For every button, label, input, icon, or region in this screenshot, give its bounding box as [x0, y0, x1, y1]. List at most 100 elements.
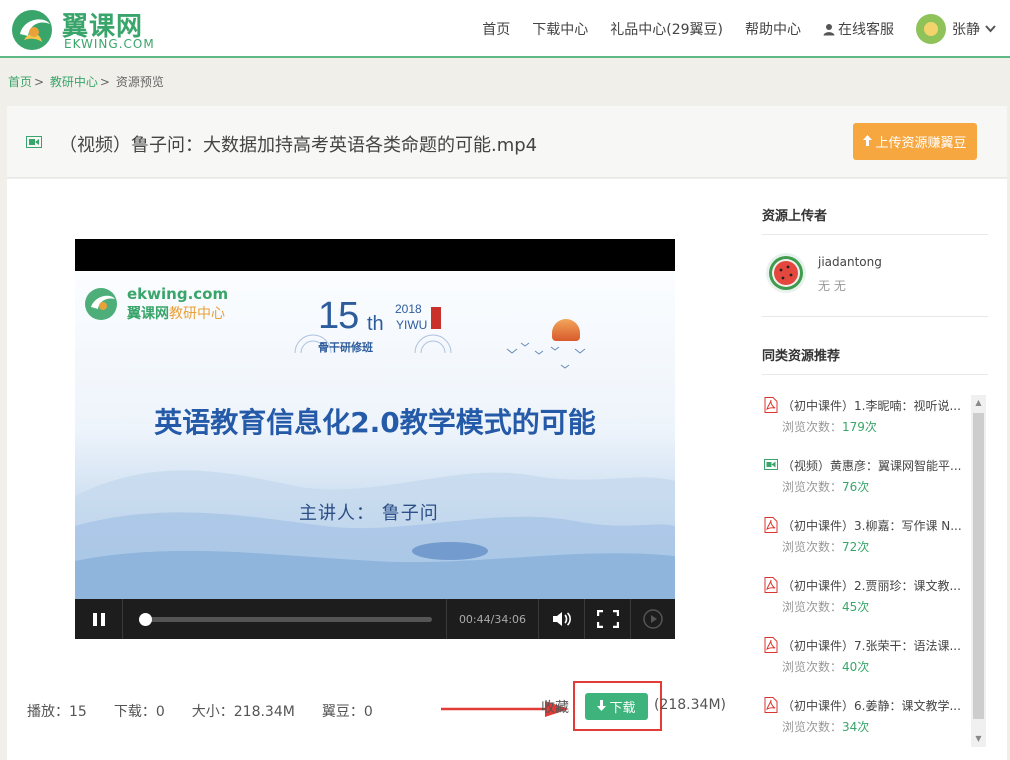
list-item-title[interactable]: （初中课件）6.姜静：课文教学... — [782, 697, 962, 714]
scroll-down-arrow-icon[interactable]: ▼ — [971, 731, 986, 747]
resource-title-bar: （视频）鲁子问：大数据加持高考英语各类命题的可能.mp4 上传资源赚翼豆 — [7, 106, 1007, 178]
views-suffix: 次 — [857, 660, 870, 674]
scroll-thumb[interactable] — [973, 413, 984, 719]
watermark-brand-name: 翼课网 — [127, 306, 169, 322]
uploader-heading: 资源上传者 — [762, 205, 988, 235]
stat-downloads: 下载：0 — [113, 704, 165, 720]
views-prefix: 浏览次数： — [782, 720, 843, 734]
video-frame[interactable]: ekwing.com 翼课网教研中心 15 th 2018 YIWU 骨干研修班… — [75, 271, 675, 599]
nav-download-center[interactable]: 下载中心 — [532, 19, 588, 39]
list-item-title[interactable]: （初中课件）2.贾丽珍：课文教... — [782, 577, 962, 594]
uploader-card[interactable]: jiadantong 无 无 — [762, 235, 988, 317]
video-player[interactable]: ekwing.com 翼课网教研中心 15 th 2018 YIWU 骨干研修班… — [75, 239, 675, 639]
upload-resource-button[interactable]: 上传资源赚翼豆 — [853, 123, 977, 160]
nav-online-service-label: 在线客服 — [838, 22, 894, 38]
collect-link[interactable]: 收藏 — [541, 697, 569, 717]
views-prefix: 浏览次数： — [782, 420, 843, 434]
event-badge-number: 15 — [318, 295, 359, 337]
views-suffix: 次 — [857, 540, 870, 554]
play-circle-icon — [643, 609, 663, 629]
main-nav: 首页 下载中心 礼品中心(29翼豆) 帮助中心 在线客服 张静 — [460, 0, 996, 58]
list-item-title[interactable]: （视频）黄惠彦：翼课网智能平... — [782, 457, 962, 474]
download-button[interactable]: 下载 — [585, 693, 648, 720]
slide-heading: 英语教育信息化2.0教学模式的可能 — [154, 406, 596, 439]
views-prefix: 浏览次数： — [782, 600, 843, 614]
list-item-views: 浏览次数：179次 — [782, 418, 877, 435]
list-item-views: 浏览次数：34次 — [782, 718, 869, 735]
volume-icon — [552, 612, 571, 626]
pause-button[interactable] — [75, 599, 123, 639]
nav-online-service[interactable]: 在线客服 — [823, 19, 894, 39]
site-logo[interactable]: 翼课网 EKWING.COM — [10, 6, 160, 52]
nav-help-center[interactable]: 帮助中心 — [745, 19, 801, 39]
logo-subtext: EKWING.COM — [64, 37, 155, 51]
views-suffix: 次 — [857, 480, 870, 494]
list-item[interactable]: （视频）黄惠彦：翼课网智能平... 浏览次数：76次 — [762, 455, 962, 515]
views-count: 179 — [842, 420, 865, 434]
views-suffix: 次 — [857, 720, 870, 734]
event-badge-city: YIWU — [396, 318, 428, 332]
fullscreen-button[interactable] — [585, 599, 631, 639]
watermark-logo-icon — [85, 288, 117, 320]
nav-gift-center[interactable]: 礼品中心(29翼豆) — [610, 19, 723, 39]
sun-graphic — [552, 319, 580, 341]
pause-icon — [92, 612, 105, 626]
seek-bar[interactable] — [123, 599, 447, 639]
list-item[interactable]: （初中课件）2.贾丽珍：课文教... 浏览次数：45次 — [762, 575, 962, 635]
pdf-file-icon — [764, 577, 778, 593]
breadcrumb-section[interactable]: 教研中心 — [50, 75, 98, 89]
watermark-domain: ekwing.com — [127, 285, 229, 303]
event-badge-subtitle: 骨干研修班 — [318, 341, 373, 354]
upload-arrow-icon — [863, 134, 873, 149]
pdf-file-icon — [764, 517, 778, 533]
breadcrumb-separator: > — [99, 75, 110, 89]
list-item[interactable]: （初中课件）3.柳嘉：写作课 N... 浏览次数：72次 — [762, 515, 962, 575]
views-count: 40 — [842, 660, 858, 674]
list-item[interactable]: （初中课件）1.李昵喃：视听说... 浏览次数：179次 — [762, 395, 962, 455]
list-item-views: 浏览次数：40次 — [782, 658, 869, 675]
pdf-file-icon — [764, 637, 778, 653]
download-size-note: (218.34M) — [654, 697, 726, 713]
list-item-views: 浏览次数：72次 — [782, 538, 869, 555]
views-prefix: 浏览次数： — [782, 480, 843, 494]
views-count: 76 — [842, 480, 858, 494]
watermark-brand-section: 教研中心 — [169, 306, 225, 322]
seek-track — [139, 613, 432, 626]
download-label: 下载 — [609, 701, 636, 716]
list-item-views: 浏览次数：76次 — [782, 478, 869, 495]
right-sidebar: 资源上传者 jiadantong 无 无 同类资源推荐 ▲ ▼ （初中课件）1.… — [762, 205, 988, 747]
list-item[interactable]: （初中课件）6.姜静：课文教学... 浏览次数：34次 — [762, 695, 962, 755]
time-display: 00:44/34:06 — [447, 599, 539, 639]
list-item-title[interactable]: （初中课件）3.柳嘉：写作课 N... — [782, 517, 962, 534]
views-count: 72 — [842, 540, 858, 554]
watermelon-avatar-icon — [769, 256, 803, 290]
list-item-title[interactable]: （初中课件）7.张荣干：语法课... — [782, 637, 962, 654]
views-prefix: 浏览次数： — [782, 540, 843, 554]
avatar — [916, 14, 946, 44]
recommendations-heading: 同类资源推荐 — [762, 345, 988, 375]
views-count: 34 — [842, 720, 858, 734]
recommendation-list: ▲ ▼ （初中课件）1.李昵喃：视听说... 浏览次数：179次 （视频）黄惠彦：翼… — [762, 395, 988, 747]
page-title: （视频）鲁子问：大数据加持高考英语各类命题的可能.mp4 — [59, 135, 538, 156]
stat-size: 大小：218.34M — [191, 704, 295, 720]
user-menu[interactable]: 张静 — [916, 14, 996, 44]
uploader-avatar[interactable] — [766, 253, 806, 293]
breadcrumb-home[interactable]: 首页 — [8, 75, 32, 89]
stat-beans: 翼豆：0 — [321, 704, 373, 720]
replay-button[interactable] — [631, 599, 675, 639]
nav-home[interactable]: 首页 — [482, 19, 510, 39]
fullscreen-icon — [596, 610, 619, 628]
pdf-file-icon — [764, 397, 778, 413]
resource-stats: 播放：15 下载：0 大小：218.34M 翼豆：0 — [27, 701, 400, 721]
video-file-icon — [26, 136, 42, 148]
seek-handle[interactable] — [139, 613, 153, 626]
volume-button[interactable] — [539, 599, 585, 639]
scrollbar[interactable]: ▲ ▼ — [971, 395, 986, 747]
scroll-up-arrow-icon[interactable]: ▲ — [971, 395, 986, 411]
uploader-name[interactable]: jiadantong — [818, 255, 882, 269]
list-item-title[interactable]: （初中课件）1.李昵喃：视听说... — [782, 397, 962, 414]
list-item[interactable]: （初中课件）7.张荣干：语法课... 浏览次数：40次 — [762, 635, 962, 695]
top-navbar: 翼课网 EKWING.COM 首页 下载中心 礼品中心(29翼豆) 帮助中心 在… — [0, 0, 1010, 58]
stat-plays: 播放：15 — [27, 704, 87, 720]
player-controls: 00:44/34:06 — [75, 599, 675, 639]
